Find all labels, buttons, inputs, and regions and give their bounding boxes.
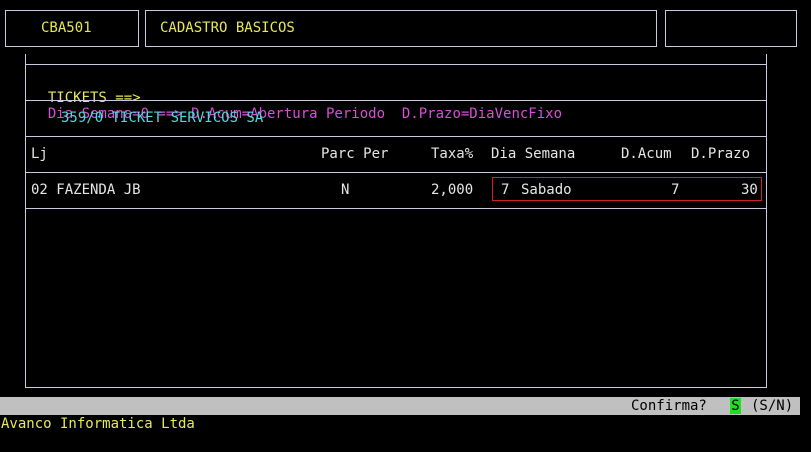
divider-header [26,172,766,173]
col-parc-per: Parc Per [321,146,389,162]
confirm-prompt: Confirma? [631,398,707,414]
row-d-acum[interactable]: 7 [671,182,679,198]
confirm-options: (S/N) [751,398,794,414]
row-loja: 02 FAZENDA JB [31,182,141,198]
row-taxa: 2,000 [431,182,474,198]
company-name: 359/0 TICKET SERVICOS SA [61,110,264,126]
row-d-prazo[interactable]: 30 [741,182,758,198]
program-code: CBA501 [41,20,92,36]
col-taxa: Taxa% [431,146,474,162]
col-dia-semana: Dia Semana [491,146,576,162]
divider-top [26,64,766,65]
status-bar: Confirma? S (S/N) [0,397,800,415]
footer-company: Avanco Informatica Ltda [1,416,195,432]
confirm-answer[interactable]: S [730,398,741,414]
program-code-box: CBA501 [5,10,139,47]
row-dia-num[interactable]: 7 [501,182,509,198]
tickets-label: TICKETS ==> [47,90,141,106]
divider-row [26,208,766,209]
col-d-acum: D.Acum [621,146,672,162]
col-lj: Lj [31,146,48,162]
row-dia-nome: Sabado [521,182,572,198]
right-empty-box [665,10,797,47]
row-parc-per: N [341,182,350,198]
col-d-prazo: D.Prazo [691,146,751,162]
title-box: CADASTRO BASICOS [145,10,657,47]
screen-title: CADASTRO BASICOS [160,20,295,36]
divider-company [26,136,766,137]
divider-info [26,100,766,101]
